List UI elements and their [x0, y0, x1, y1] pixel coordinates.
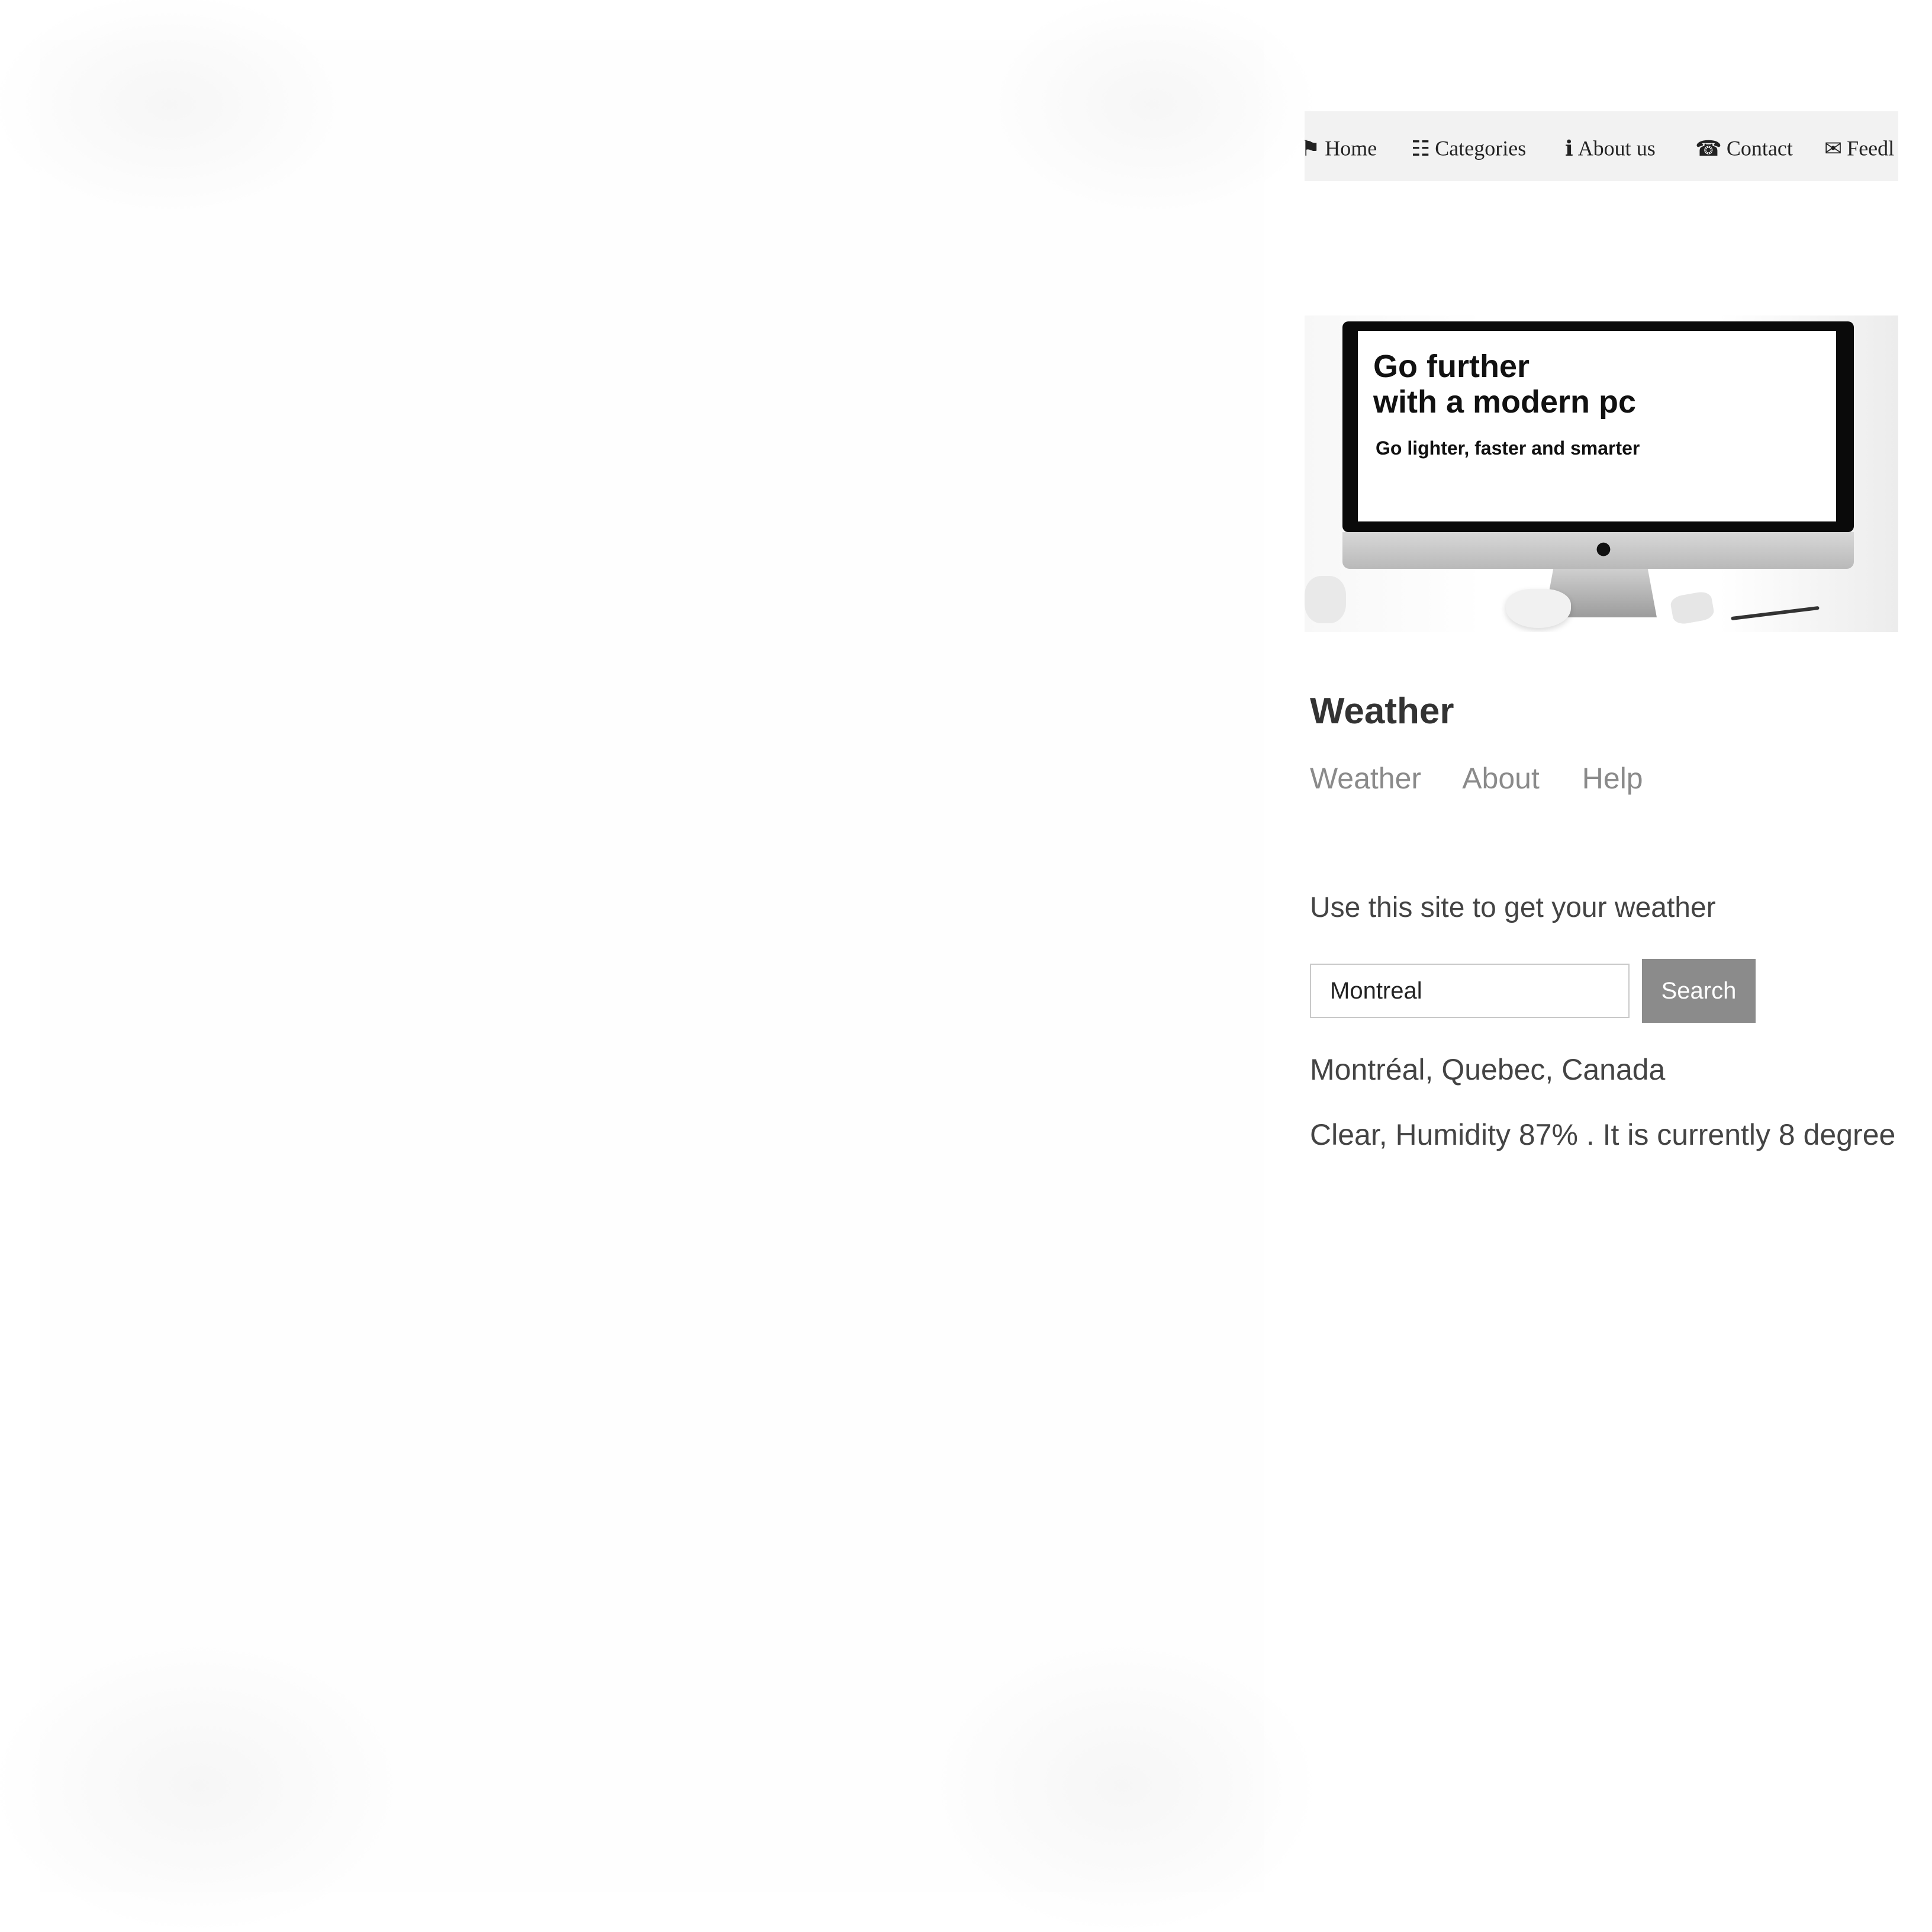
- monitor-screen: Go further with a modern pc Go lighter, …: [1358, 331, 1836, 521]
- apple-logo-icon: ●: [1595, 538, 1612, 559]
- info-icon: ℹ: [1565, 136, 1573, 160]
- location-search-input[interactable]: [1310, 964, 1630, 1018]
- nav-item-categories[interactable]: ☷ Categories: [1411, 111, 1526, 181]
- app-nav-help-link[interactable]: Help: [1582, 762, 1643, 795]
- nav-item-about-us[interactable]: ℹ About us: [1565, 111, 1656, 181]
- blurred-background-panel: [0, 0, 1318, 1932]
- background-shade: [928, 1638, 1318, 1932]
- app-navigation: Weather About Help: [1310, 761, 1677, 796]
- app-title: Weather: [1310, 691, 1454, 732]
- phone-icon: ☎: [1695, 136, 1722, 160]
- background-shade: [987, 0, 1318, 217]
- background-shade: [0, 1638, 407, 1932]
- nav-item-label: About us: [1577, 136, 1656, 160]
- crumpled-paper: [1669, 590, 1715, 626]
- web-page: ⚑ Home ☷ Categories ℹ About us ☎ Contact ✉ Fe…: [1305, 111, 1898, 1177]
- list-icon: ☷: [1411, 136, 1431, 160]
- nav-item-label: Contact: [1726, 136, 1793, 160]
- nav-item-feedback[interactable]: ✉ Feedl: [1824, 111, 1894, 181]
- hero-banner-image: Go further with a modern pc Go lighter, …: [1305, 315, 1898, 632]
- nav-item-home[interactable]: ⚑ Home: [1305, 111, 1377, 181]
- intro-text: Use this site to get your weather: [1310, 892, 1716, 923]
- nav-item-contact[interactable]: ☎ Contact: [1695, 111, 1793, 181]
- hero-subheadline: Go lighter, faster and smarter: [1376, 437, 1640, 459]
- nav-item-label: Categories: [1435, 136, 1527, 160]
- home-icon: ⚑: [1305, 136, 1321, 160]
- background-shade: [0, 0, 347, 217]
- monitor-frame: Go further with a modern pc Go lighter, …: [1342, 321, 1854, 532]
- desk-object: [1305, 576, 1346, 623]
- hero-headline: Go further with a modern pc: [1373, 349, 1637, 420]
- desk-pen: [1731, 606, 1820, 621]
- app-nav-about-link[interactable]: About: [1462, 762, 1540, 795]
- search-button[interactable]: Search: [1642, 959, 1756, 1023]
- screen: ⚑ Home ☷ Categories ℹ About us ☎ Contact ✉ Fe…: [0, 0, 1932, 1932]
- forecast-result: Clear, Humidity 87% . It is currently 8 …: [1310, 1118, 1896, 1151]
- nav-item-label: Feedl: [1847, 136, 1895, 160]
- location-result: Montréal, Quebec, Canada: [1310, 1053, 1666, 1086]
- desk-cup: [1506, 589, 1571, 628]
- top-navigation-bar: ⚑ Home ☷ Categories ℹ About us ☎ Contact ✉ Fe…: [1305, 111, 1898, 181]
- nav-item-label: Home: [1325, 136, 1377, 160]
- chat-icon: ✉: [1824, 136, 1843, 160]
- app-nav-weather-link[interactable]: Weather: [1310, 762, 1421, 795]
